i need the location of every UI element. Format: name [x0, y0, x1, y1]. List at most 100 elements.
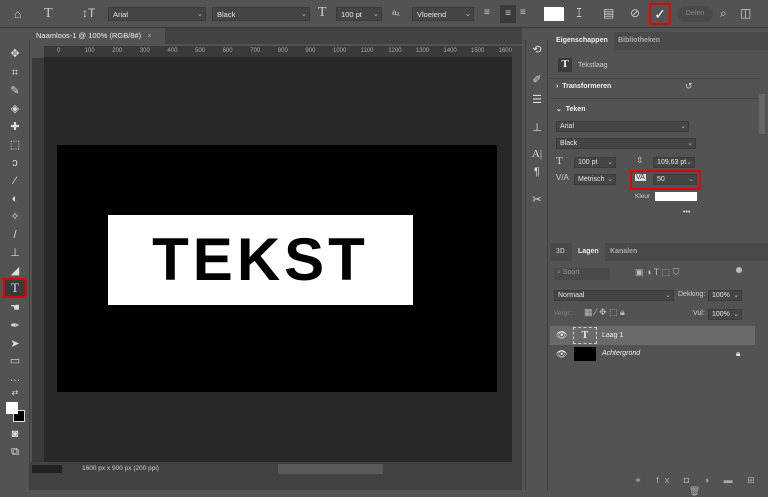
- more-options-button[interactable]: •••: [683, 209, 690, 216]
- font-size-value: 100 pt: [341, 10, 362, 19]
- rectangle-tool-icon[interactable]: ▭: [5, 353, 25, 369]
- font-family-value: Arial: [560, 123, 575, 130]
- crop-tool-icon[interactable]: ⌗: [5, 65, 25, 81]
- kerning-select[interactable]: Metrisch ⌄: [574, 174, 616, 185]
- horizontal-scrollbar[interactable]: [278, 464, 383, 474]
- visibility-eye-icon[interactable]: 👁︎: [556, 349, 567, 360]
- layer-action-icons[interactable]: ⚭ fx ◘ ◑ ▬ ⊞ 🗑︎: [627, 475, 768, 497]
- pencil-tool-icon[interactable]: /: [5, 227, 25, 243]
- ruler-tick-label: 700: [250, 48, 261, 54]
- leading-select[interactable]: 109,63 pt ⌄: [653, 157, 695, 168]
- tracking-icon: VA: [635, 174, 646, 181]
- tab-lagen[interactable]: Lagen: [572, 243, 605, 261]
- character-label: Teken: [565, 106, 586, 113]
- type-tool-icon[interactable]: T: [3, 278, 27, 298]
- workspace-icon[interactable]: ◫: [740, 6, 751, 20]
- marquee-tool-icon[interactable]: ⬚: [5, 137, 25, 153]
- fill-field[interactable]: 100% ⌄: [708, 309, 742, 320]
- screen-mode-icon[interactable]: ⧉: [5, 444, 25, 460]
- healing-brush-icon[interactable]: ✚: [5, 119, 25, 135]
- text-color-swatch[interactable]: [544, 7, 564, 21]
- foreground-color-swatch[interactable]: [6, 402, 18, 414]
- blend-mode-select[interactable]: Normaal ⌄: [554, 290, 674, 301]
- lasso-tool-icon[interactable]: ↄ: [5, 155, 25, 171]
- character-section[interactable]: ⌄ Teken: [556, 105, 585, 113]
- transform-section[interactable]: › Transformeren: [556, 83, 611, 90]
- more-tools-icon[interactable]: …: [5, 370, 25, 386]
- layer-name: Laag 1: [602, 332, 624, 339]
- layer-row[interactable]: 👁︎ Achtergrond 🔒︎: [550, 345, 755, 364]
- swap-colors-icon[interactable]: ⇄: [5, 385, 25, 401]
- ruler-tick-label: 1000: [333, 48, 347, 54]
- quick-mask-icon[interactable]: ◙: [5, 426, 25, 442]
- pen-tool-icon[interactable]: ✒: [5, 318, 25, 334]
- options-bar: ⌂ T ↕T Arial ⌄ Black ⌄ T 100 pt ⌄ aₐ Vloeie…: [0, 0, 768, 28]
- font-size-select[interactable]: 100 pt ⌄: [574, 157, 616, 168]
- commit-checkmark-icon[interactable]: ✓: [649, 3, 671, 25]
- layer-row[interactable]: 👁︎ T Laag 1: [550, 326, 755, 345]
- search-icon[interactable]: ⌕: [720, 6, 727, 21]
- tab-bibliotheken[interactable]: Bibliotheken: [612, 32, 666, 50]
- reset-icon[interactable]: ↺: [685, 81, 693, 92]
- tab-3d[interactable]: 3D: [550, 243, 571, 261]
- font-family-select[interactable]: Arial ⌄: [556, 121, 689, 132]
- cancel-icon[interactable]: ⊘: [630, 6, 640, 20]
- tab-kanalen[interactable]: Kanalen: [604, 243, 643, 261]
- paragraph-icon[interactable]: ¶: [527, 164, 547, 180]
- character-panel-icon[interactable]: ▤: [603, 6, 614, 20]
- history-icon[interactable]: ⟲: [527, 42, 547, 58]
- warp-text-icon[interactable]: ꕯ: [576, 6, 582, 21]
- quick-selection-icon[interactable]: ◐: [5, 191, 25, 207]
- opacity-label: Dekking:: [678, 291, 706, 298]
- home-icon[interactable]: ⌂: [14, 7, 21, 21]
- color-label: Kleur: [635, 193, 651, 200]
- eraser-tool-icon[interactable]: ◢: [5, 263, 25, 279]
- font-size-select[interactable]: 100 pt ⌄: [336, 7, 382, 21]
- text-layer-content[interactable]: TEKST: [108, 215, 413, 305]
- document-tab[interactable]: Naamloos-1 @ 100% (RGB/8#) ×: [30, 28, 165, 44]
- adjustments-icon[interactable]: ☰: [527, 92, 547, 108]
- eyedropper-tool-icon[interactable]: ✎: [5, 83, 25, 99]
- chevron-down-icon: ⌄: [687, 140, 693, 147]
- kerning-value: Metrisch: [578, 176, 605, 183]
- tools-preset-icon[interactable]: ✂: [527, 192, 547, 208]
- align-left-icon[interactable]: ≡: [484, 7, 490, 18]
- clone-stamp-icon[interactable]: ⊥: [5, 245, 25, 261]
- layer-thumbnail: [574, 347, 596, 361]
- close-icon[interactable]: ×: [147, 31, 151, 40]
- move-tool-icon[interactable]: ✥: [5, 46, 25, 62]
- filter-toggle[interactable]: [736, 267, 742, 273]
- zoom-field[interactable]: [32, 465, 62, 473]
- ruler-tick-label: 1500: [471, 48, 485, 54]
- font-style-select[interactable]: Black ⌄: [556, 138, 696, 149]
- lock-icons[interactable]: ▦ ⁄ ✥ ⬚ 🔒︎: [584, 307, 625, 318]
- type-tool-icon[interactable]: T: [44, 6, 53, 22]
- filter-icons[interactable]: ▣ ◑ T ⬚ ⛉: [635, 267, 679, 278]
- share-button[interactable]: Delen: [677, 6, 713, 22]
- path-selection-icon[interactable]: ➤: [5, 336, 25, 352]
- magic-wand-icon[interactable]: ✧: [5, 209, 25, 225]
- font-family-select[interactable]: Arial ⌄: [108, 7, 206, 21]
- font-style-select[interactable]: Black ⌄: [212, 7, 310, 21]
- text-orientation-icon[interactable]: ↕T: [82, 6, 95, 20]
- opacity-field[interactable]: 100% ⌄: [708, 290, 742, 301]
- ruler-tick-label: 1400: [443, 48, 457, 54]
- antialias-select[interactable]: Vloeiend ⌄: [412, 7, 474, 21]
- paint-bucket-icon[interactable]: ◈: [5, 101, 25, 117]
- brush-settings-icon[interactable]: ✐: [527, 72, 547, 88]
- smudge-tool-icon[interactable]: ☚: [5, 300, 25, 316]
- align-right-icon[interactable]: ≡: [520, 7, 526, 18]
- character-icon[interactable]: A|: [527, 146, 547, 162]
- tracking-select[interactable]: 50 ⌄: [653, 174, 697, 185]
- vertical-scrollbar[interactable]: [512, 46, 522, 462]
- visibility-eye-icon[interactable]: 👁︎: [556, 330, 567, 341]
- clone-source-icon[interactable]: ⊥: [527, 120, 547, 136]
- font-style-value: Black: [217, 10, 236, 19]
- tab-eigenschappen[interactable]: Eigenschappen: [550, 32, 614, 50]
- properties-scrollbar[interactable]: [759, 94, 765, 134]
- text-color-swatch[interactable]: [655, 192, 697, 201]
- layer-filter-search[interactable]: ⌕ Soort: [554, 268, 610, 280]
- align-center-icon[interactable]: ≡: [500, 5, 516, 23]
- brush-tool-icon[interactable]: ⁄: [5, 173, 25, 189]
- transform-label: Transformeren: [562, 83, 612, 90]
